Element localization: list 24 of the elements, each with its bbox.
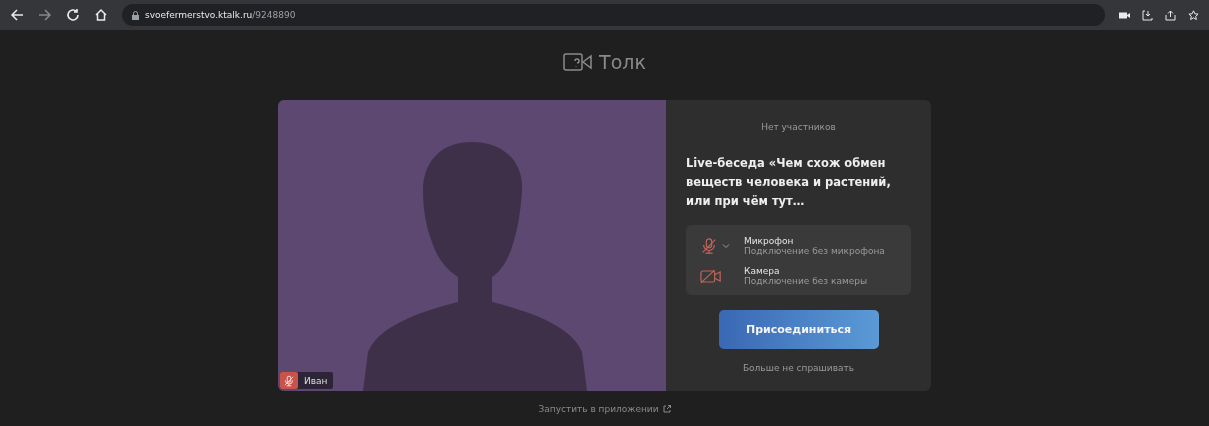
participants-status: Нет участников — [761, 122, 836, 132]
brand-name: Толк — [599, 51, 646, 73]
device-status: Подключение без камеры — [744, 276, 868, 286]
join-button[interactable]: Присоединиться — [718, 310, 879, 349]
home-icon[interactable] — [94, 8, 108, 22]
meeting-title: Live-беседа «Чем схож обмен веществ человека и растений, или при чём тут… — [686, 155, 892, 210]
back-icon[interactable] — [10, 8, 24, 22]
camera-off-icon — [700, 267, 722, 285]
external-link-icon — [662, 405, 671, 413]
address-bar[interactable]: svoefermerstvo.ktalk.ru/9248890 — [122, 4, 1105, 26]
lock-icon — [132, 10, 139, 20]
logo-icon — [563, 52, 594, 72]
forward-icon[interactable] — [38, 8, 52, 22]
bookmark-star-icon[interactable] — [1188, 9, 1199, 21]
install-icon[interactable] — [1142, 9, 1153, 21]
device-name: Камера — [744, 266, 781, 276]
muted-microphone-icon — [700, 237, 718, 255]
open-in-app-link[interactable]: Запустить в приложении — [538, 404, 659, 414]
device-status: Подключение без микрофона — [744, 246, 885, 256]
reload-icon[interactable] — [66, 8, 80, 22]
device-name: Микрофон — [744, 236, 795, 246]
participant-name: Иван — [303, 375, 329, 386]
dont-ask-link[interactable]: Больше не спрашивать — [742, 363, 855, 373]
share-icon[interactable] — [1165, 9, 1176, 21]
